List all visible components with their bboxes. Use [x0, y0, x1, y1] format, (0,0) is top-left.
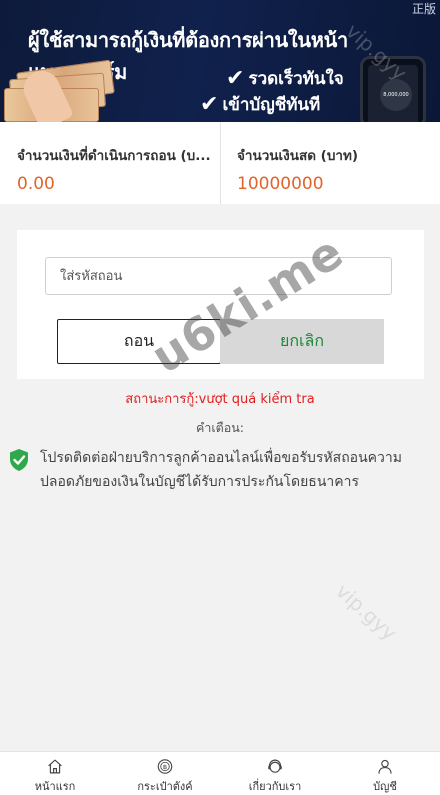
wallet-icon: ฿ [157, 759, 173, 774]
nav-wallet-label: กระเป๋าตังค์ [137, 780, 193, 793]
support-icon [268, 759, 282, 773]
notice-title: คำเตือน: [195, 420, 245, 435]
processing-amount-section: จำนวนเงินที่ดำเนินการถอน (บ... 0.00 [0, 122, 220, 204]
notice: โปรดติดต่อฝ่ายบริการลูกค้าออนไลน์เพื่อขอ… [8, 446, 436, 494]
user-icon [378, 759, 392, 774]
cash-amount-section: จำนวนเงินสด (บาท) 10000000 [220, 122, 440, 204]
promo-banner: ผู้ใช้สามารถกู้เงินที่ต้องการผ่านในหน้าแ… [0, 0, 440, 122]
check-icon: ✔ [226, 66, 245, 91]
nav-about-label: เกี่ยวกับเรา [248, 780, 302, 793]
cancel-button[interactable]: ยกเลิก [220, 319, 384, 364]
cash-amount-value: 10000000 [237, 174, 324, 194]
cash-amount-label: จำนวนเงินสด (บาท) [237, 148, 359, 164]
nav-account[interactable]: บัญชี [330, 752, 440, 795]
money-image [0, 59, 120, 122]
nav-home[interactable]: หน้าแรก [0, 752, 110, 795]
home-icon [48, 759, 62, 774]
bottom-nav: หน้าแรก ฿ กระเป๋าตังค์ เกี่ยวกับเรา บัญช… [0, 751, 440, 795]
banner-checklist: ✔ รวดเร็วทันใจ ✔ เข้าบัญชีทันที [200, 66, 344, 118]
nav-home-label: หน้าแรก [34, 780, 76, 793]
banner-check-2: เข้าบัญชีทันที [222, 95, 321, 115]
check-icon: ✔ [200, 92, 219, 117]
notice-text: โปรดติดต่อฝ่ายบริการลูกค้าออนไลน์เพื่อขอ… [40, 450, 402, 490]
phone-balance: 8,000,000 [380, 79, 412, 111]
phone-image: 8,000,000 [360, 56, 426, 122]
banner-check-1: รวดเร็วทันใจ [248, 69, 344, 89]
loan-status: สถานะการกู้:vượt quá kiểm tra [125, 392, 315, 407]
withdraw-code-input[interactable] [45, 257, 392, 295]
svg-text:฿: ฿ [163, 763, 167, 771]
banner-corner-text: 正版 [411, 2, 436, 16]
watermark-faint: vip.gyy [331, 578, 402, 646]
withdraw-button[interactable]: ถอน [57, 319, 221, 364]
nav-wallet[interactable]: ฿ กระเป๋าตังค์ [110, 752, 220, 795]
shield-icon [10, 449, 28, 471]
balance-summary: จำนวนเงินที่ดำเนินการถอน (บ... 0.00 จำนว… [0, 122, 440, 204]
processing-amount-value: 0.00 [17, 174, 55, 194]
withdraw-form: ถอน ยกเลิก [17, 230, 424, 379]
processing-amount-label: จำนวนเงินที่ดำเนินการถอน (บ... [17, 148, 211, 164]
nav-about[interactable]: เกี่ยวกับเรา [220, 752, 330, 795]
nav-account-label: บัญชี [373, 780, 397, 793]
